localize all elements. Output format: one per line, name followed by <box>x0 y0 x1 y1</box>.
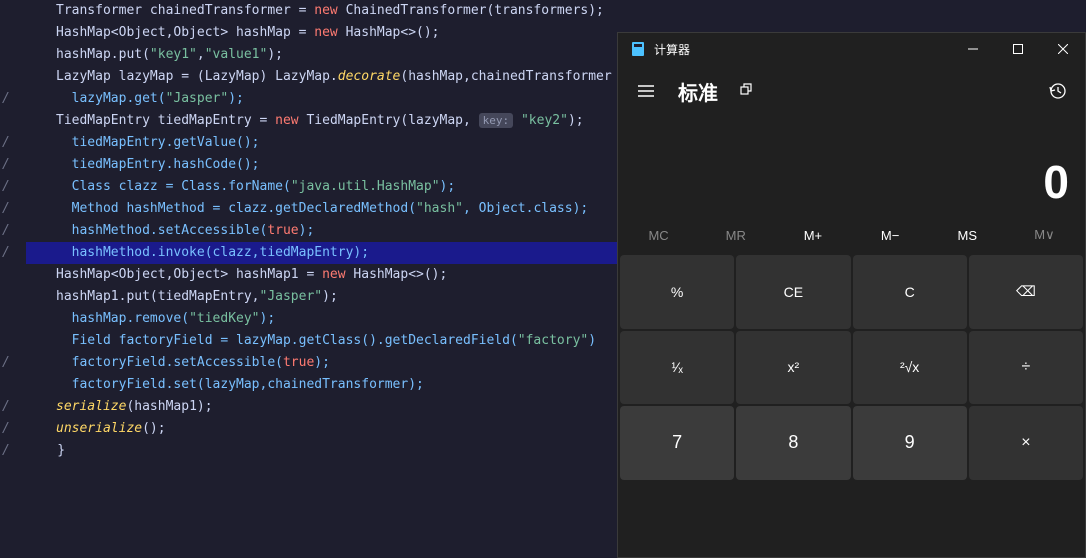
gutter-comment-mark: / <box>2 220 10 242</box>
square-key[interactable]: x² <box>736 331 850 405</box>
nine-key[interactable]: 9 <box>853 406 967 480</box>
history-button[interactable] <box>1037 73 1077 109</box>
memory-recall[interactable]: MR <box>697 219 774 251</box>
close-button[interactable] <box>1040 33 1085 65</box>
reciprocal-key[interactable]: ¹⁄ₓ <box>620 331 734 405</box>
gutter-comment-mark: / <box>2 440 10 462</box>
memory-add[interactable]: M+ <box>774 219 851 251</box>
gutter-comment-mark: / <box>2 154 10 176</box>
gutter: /////////// <box>0 0 20 558</box>
gutter-comment-mark: / <box>2 132 10 154</box>
percent-key[interactable]: % <box>620 255 734 329</box>
memory-subtract[interactable]: M− <box>852 219 929 251</box>
gutter-comment-mark: / <box>2 242 10 264</box>
gutter-comment-mark: / <box>2 418 10 440</box>
window-title: 计算器 <box>654 41 690 58</box>
gutter-comment-mark: / <box>2 88 10 110</box>
clear-key[interactable]: C <box>853 255 967 329</box>
titlebar[interactable]: 计算器 <box>618 33 1085 65</box>
mode-label: 标准 <box>678 77 718 106</box>
multiply-key[interactable]: × <box>969 406 1083 480</box>
gutter-comment-mark: / <box>2 352 10 374</box>
eight-key[interactable]: 8 <box>736 406 850 480</box>
minimize-button[interactable] <box>950 33 995 65</box>
backspace-key[interactable]: ⌫ <box>969 255 1083 329</box>
code-line[interactable]: Transformer chainedTransformer = new Cha… <box>26 0 1086 22</box>
seven-key[interactable]: 7 <box>620 406 734 480</box>
memory-list[interactable]: M∨ <box>1006 219 1083 251</box>
sqrt-key[interactable]: ²√x <box>853 331 967 405</box>
divide-key[interactable]: ÷ <box>969 331 1083 405</box>
keep-on-top-button[interactable] <box>730 75 762 107</box>
maximize-button[interactable] <box>995 33 1040 65</box>
gutter-comment-mark: / <box>2 396 10 418</box>
memory-row: MC MR M+ M− MS M∨ <box>618 217 1085 253</box>
keypad: % CE C ⌫ ¹⁄ₓ x² ²√x ÷ 7 8 9 × <box>618 253 1085 557</box>
calculator-window[interactable]: 计算器 标准 0 MC MR M+ M− MS M∨ % CE C ⌫ ¹⁄ₓ … <box>617 32 1086 558</box>
memory-store[interactable]: MS <box>929 219 1006 251</box>
calculator-display: 0 <box>618 117 1085 217</box>
memory-clear[interactable]: MC <box>620 219 697 251</box>
gutter-comment-mark: / <box>2 176 10 198</box>
calculator-app-icon <box>630 41 646 57</box>
gutter-comment-mark: / <box>2 198 10 220</box>
menu-button[interactable] <box>626 73 666 109</box>
clear-entry-key[interactable]: CE <box>736 255 850 329</box>
